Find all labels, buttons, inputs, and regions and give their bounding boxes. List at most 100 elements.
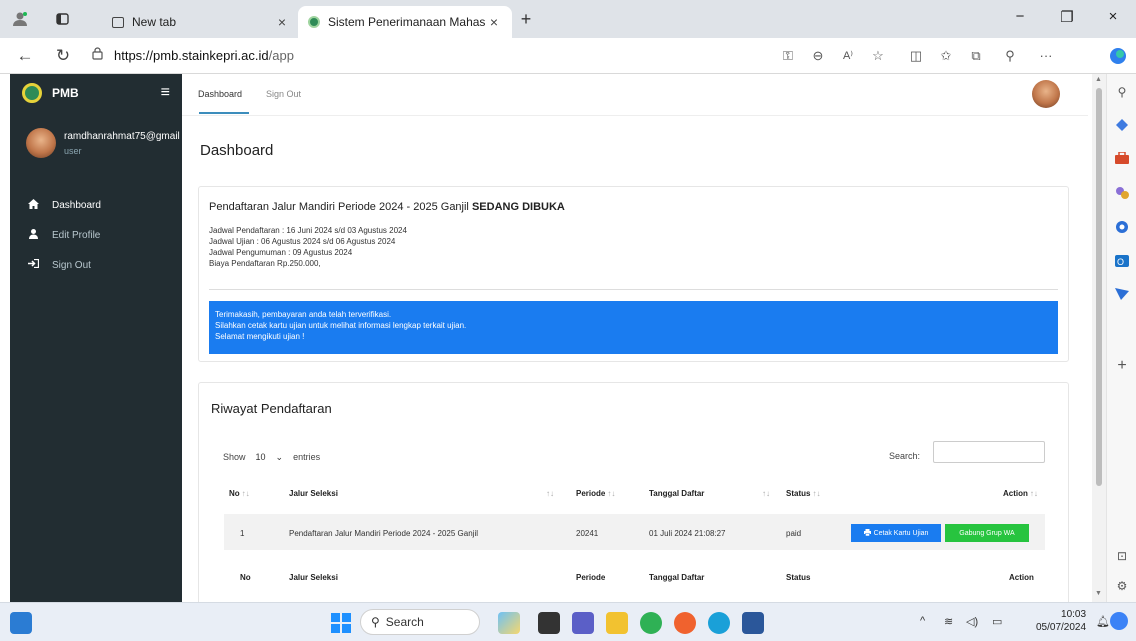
logo-icon <box>22 83 42 103</box>
settings-icon[interactable]: ⚙ <box>1114 578 1130 594</box>
svg-text:O: O <box>1117 257 1124 267</box>
chrome-icon[interactable] <box>640 612 662 634</box>
url-path: /app <box>268 48 294 63</box>
wifi-icon[interactable]: ≋ <box>944 615 953 628</box>
sidebar-nav: Dashboard Edit Profile Sign Out <box>10 190 182 280</box>
screen: New tab × Sistem Penerimanaan Mahasiswa … <box>0 0 1136 641</box>
column-footer-action: Action <box>1009 573 1034 582</box>
column-header-periode[interactable]: Periode ↑↓ <box>576 489 615 498</box>
schedule-registration: Jadwal Pendaftaran : 16 Juni 2024 s/d 03… <box>209 226 407 235</box>
print-exam-card-button[interactable]: Cetak Kartu Ujian <box>851 524 941 542</box>
clock[interactable]: 10:03 05/07/2024 <box>1036 608 1086 634</box>
sidebar-header: PMB ≡ <box>10 74 182 112</box>
shopping-icon[interactable] <box>1114 118 1130 134</box>
tab-new-tab[interactable]: New tab × <box>102 6 300 38</box>
scroll-thumb[interactable] <box>1096 88 1102 486</box>
read-aloud-icon[interactable]: A⁾ <box>838 47 858 65</box>
new-tab-icon <box>112 16 124 28</box>
word-icon[interactable] <box>742 612 764 634</box>
taskbar-search[interactable]: ⚲ Search <box>360 609 480 635</box>
tab-actions-icon[interactable] <box>52 9 72 29</box>
collections-icon[interactable]: ⧉ <box>966 47 986 65</box>
join-wa-group-button[interactable]: Gabung Grup WA <box>945 524 1029 542</box>
volume-icon[interactable]: ◁) <box>966 615 978 628</box>
outlook-icon[interactable]: O <box>1114 254 1130 270</box>
lock-icon[interactable] <box>86 45 108 67</box>
tools-icon[interactable] <box>1114 151 1130 168</box>
nav-link-dashboard[interactable]: Dashboard <box>198 89 242 99</box>
scroll-up-icon[interactable]: ▲ <box>1095 76 1102 83</box>
registration-fee: Biaya Pendaftaran Rp.250.000, <box>209 259 321 268</box>
browser-tab-strip: New tab × Sistem Penerimanaan Mahasiswa … <box>0 0 1136 38</box>
zoom-icon[interactable]: ⊖ <box>808 47 828 65</box>
entries-select[interactable]: 10 ⌄ <box>252 449 288 465</box>
teams-icon[interactable] <box>572 612 594 634</box>
copilot-icon[interactable] <box>1108 47 1128 65</box>
page-scrollbar[interactable]: ▲ ▼ <box>1092 74 1106 602</box>
tab-pmb[interactable]: Sistem Penerimanaan Mahasiswa × <box>298 6 512 38</box>
favorites-bar-icon[interactable]: ✩ <box>936 47 956 65</box>
column-header-tanggal[interactable]: Tanggal Daftar <box>649 489 704 498</box>
firefox-icon[interactable] <box>674 612 696 634</box>
add-icon[interactable]: + <box>1114 358 1130 374</box>
close-tab-icon[interactable]: × <box>274 14 290 30</box>
weather-icon[interactable] <box>498 612 520 634</box>
copilot-icon[interactable] <box>1110 612 1128 630</box>
key-icon[interactable]: ⚿ <box>778 47 798 65</box>
search-placeholder: Search <box>385 615 424 629</box>
extensions-icon[interactable]: ⚲ <box>1000 47 1020 65</box>
column-header-no[interactable]: No ↑↓ <box>229 489 250 498</box>
search-icon: ⚲ <box>371 615 380 629</box>
battery-icon[interactable]: ▭ <box>992 615 1002 628</box>
tab-title: Sistem Penerimanaan Mahasiswa <box>328 15 486 29</box>
search-input[interactable] <box>933 441 1045 463</box>
drop-icon[interactable] <box>1114 288 1130 304</box>
page-title: Dashboard <box>200 142 274 159</box>
edge-icon[interactable] <box>708 612 730 634</box>
column-footer-jalur: Jalur Seleksi <box>289 573 338 582</box>
column-header-jalur[interactable]: Jalur Seleksi <box>289 489 338 498</box>
sidebar-item-label: Sign Out <box>52 259 91 271</box>
scroll-down-icon[interactable]: ▼ <box>1095 590 1102 597</box>
split-screen-icon[interactable]: ◫ <box>906 47 926 65</box>
task-view-icon[interactable] <box>538 612 560 634</box>
screenshot-icon[interactable]: ⊡ <box>1114 548 1130 564</box>
refresh-button[interactable]: ↻ <box>52 45 74 67</box>
sidebar-item-dashboard[interactable]: Dashboard <box>10 190 182 220</box>
registration-history-card: Riwayat Pendaftaran Show 10 ⌄ entries Se… <box>198 382 1069 612</box>
column-header-status[interactable]: Status ↑↓ <box>786 489 820 498</box>
avatar <box>26 128 56 158</box>
new-tab-button[interactable]: + <box>516 9 536 29</box>
menu-toggle-icon[interactable]: ≡ <box>161 84 170 102</box>
close-tab-icon[interactable]: × <box>486 14 502 30</box>
minimize-button[interactable]: − <box>1005 8 1035 30</box>
chevron-up-icon[interactable]: ^ <box>920 615 925 627</box>
back-button[interactable]: ← <box>14 45 36 67</box>
file-explorer-icon[interactable] <box>606 612 628 634</box>
maximize-button[interactable]: ❐ <box>1052 8 1082 30</box>
favorite-icon[interactable]: ☆ <box>868 47 888 65</box>
sidebar-item-edit-profile[interactable]: Edit Profile <box>10 220 182 250</box>
show-label: Show <box>223 452 246 462</box>
sidebar-item-sign-out[interactable]: Sign Out <box>10 250 182 280</box>
column-header-action[interactable]: Action ↑↓ <box>1003 489 1038 498</box>
avatar[interactable] <box>1032 80 1060 108</box>
start-icon[interactable] <box>330 612 352 634</box>
sort-icon[interactable]: ↑↓ <box>546 489 554 498</box>
search-icon[interactable]: ⚲ <box>1114 84 1130 100</box>
brand-name[interactable]: PMB <box>52 86 161 100</box>
sidebar-item-label: Dashboard <box>52 199 101 211</box>
close-window-button[interactable]: × <box>1098 8 1128 30</box>
print-label: Cetak Kartu Ujian <box>873 529 929 537</box>
more-icon[interactable]: ··· <box>1036 47 1056 65</box>
alert-line: Silahkan cetak kartu ujian untuk melihat… <box>215 321 467 330</box>
sort-icon[interactable]: ↑↓ <box>762 489 770 498</box>
nav-link-sign-out[interactable]: Sign Out <box>266 89 301 99</box>
profile-icon[interactable] <box>10 9 30 29</box>
notification-bell-icon[interactable]: 🔔︎ <box>1096 615 1110 628</box>
url-field[interactable]: https://pmb.stainkepri.ac.id/app <box>114 48 294 63</box>
sidebar: PMB ≡ ramdhanrahmat75@gmail user Dashboa… <box>10 74 182 602</box>
office-icon[interactable] <box>1114 220 1130 236</box>
games-icon[interactable] <box>1114 186 1130 202</box>
widgets-icon[interactable] <box>10 612 32 634</box>
